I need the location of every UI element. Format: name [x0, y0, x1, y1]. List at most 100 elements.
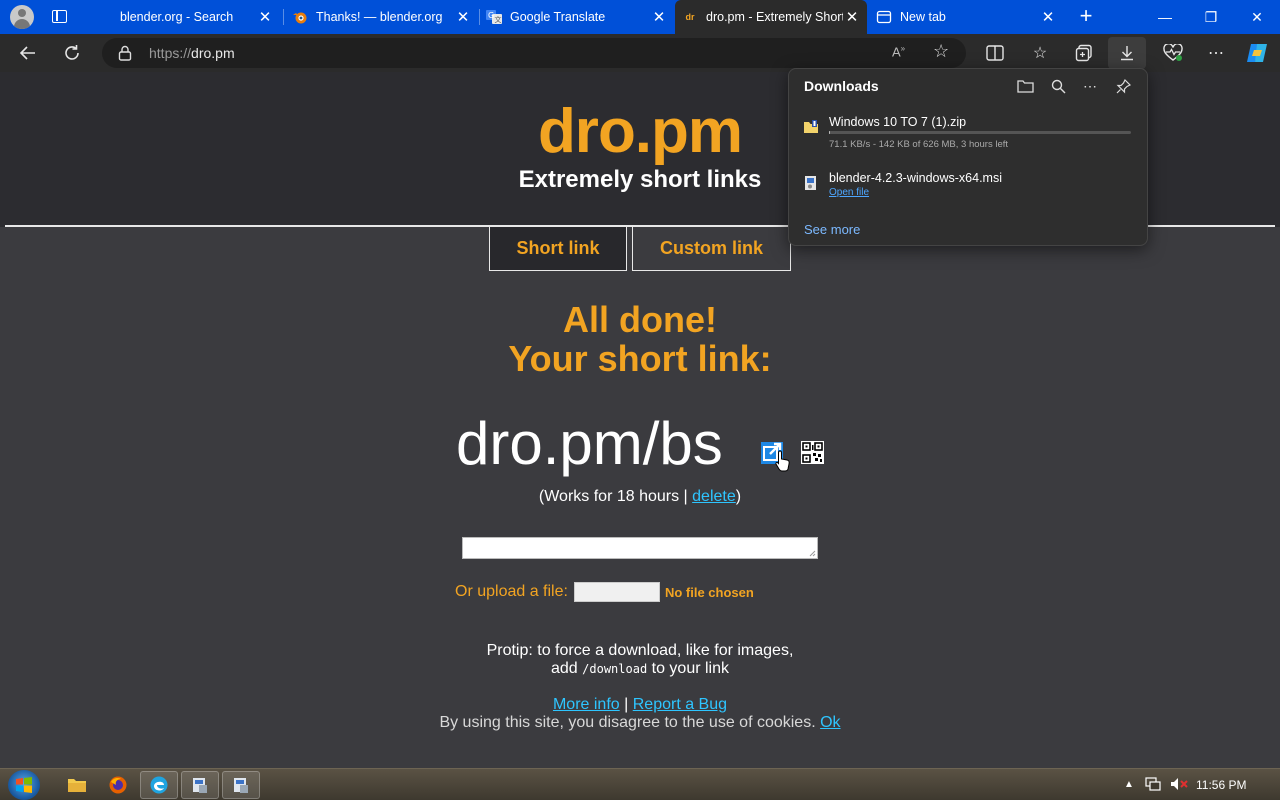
cookie-ok-link[interactable]: Ok	[820, 714, 840, 731]
search-icon[interactable]	[1048, 76, 1068, 96]
volume-muted-icon[interactable]	[1170, 777, 1188, 794]
report-bug-link[interactable]: Report a Bug	[633, 696, 727, 713]
browser-essentials-icon[interactable]	[1159, 39, 1187, 67]
lock-icon[interactable]	[118, 45, 132, 61]
taskbar-clock[interactable]: 11:56 PM	[1196, 778, 1246, 792]
choose-file-button[interactable]: Choose File	[573, 582, 660, 602]
taskbar-installer-2[interactable]	[222, 771, 260, 799]
protip-add-text: add	[550, 660, 578, 677]
url-text[interactable]: https://dro.pm	[149, 45, 235, 61]
download-status: 71.1 KB/s - 142 KB of 626 MB, 3 hours le…	[829, 139, 1009, 150]
cookie-notice: By using this site, you disagree to the …	[0, 714, 1280, 732]
firefox-icon	[109, 776, 127, 794]
copilot-icon[interactable]	[1243, 39, 1271, 67]
see-more-link[interactable]: See more	[804, 222, 860, 237]
minimize-button[interactable]: —	[1142, 0, 1188, 34]
upload-row: Or upload a file: Choose File No file ch…	[455, 582, 754, 602]
downloads-title: Downloads	[804, 78, 879, 94]
split-screen-icon[interactable]	[981, 39, 1009, 67]
taskbar-installer-1[interactable]	[181, 771, 219, 799]
newtab-favicon-icon	[876, 9, 892, 25]
refresh-icon[interactable]	[58, 39, 86, 67]
favorites-icon[interactable]: ☆	[1026, 39, 1054, 67]
taskbar-firefox[interactable]	[99, 771, 137, 799]
dropm-favicon-icon: dr	[685, 12, 695, 22]
tab-strip: blender.org - Search ✕ Thanks! — blender…	[0, 0, 1280, 34]
protip-code: /download	[582, 662, 648, 676]
installer-icon	[193, 778, 207, 793]
translate-favicon-icon: G文	[486, 9, 502, 25]
short-link-text[interactable]: dro.pm/bs	[456, 409, 723, 478]
download-item-zip[interactable]: Windows 10 TO 7 (1).zip 71.1 KB/s - 142 …	[803, 115, 1133, 155]
more-info-link[interactable]: More info	[553, 696, 620, 713]
svg-text:文: 文	[495, 15, 502, 24]
tab-blender-thanks[interactable]: Thanks! — blender.org ✕	[284, 0, 478, 34]
tab-blender-search[interactable]: blender.org - Search ✕	[86, 0, 280, 34]
tab-label: New tab	[900, 10, 946, 24]
footer-links: More info | Report a Bug	[0, 696, 1280, 714]
tab-short-link[interactable]: Short link	[489, 227, 627, 271]
browser-toolbar: https://dro.pm A» ☆ ☆ ⋯	[0, 34, 1280, 72]
folder-icon	[68, 779, 86, 792]
downloads-icon[interactable]	[1108, 37, 1146, 69]
svg-text:G: G	[488, 11, 494, 20]
close-icon[interactable]: ✕	[843, 8, 861, 26]
tab-label: blender.org - Search	[120, 10, 234, 24]
tab-dropm[interactable]: dr dro.pm - Extremely Short ✕	[675, 0, 867, 34]
tab-google-translate[interactable]: G文 Google Translate ✕	[480, 0, 674, 34]
protip-tail-text: to your link	[651, 660, 729, 677]
read-aloud-icon[interactable]: A»	[892, 44, 905, 59]
tab-new-tab[interactable]: New tab ✕	[869, 0, 1063, 34]
your-link-heading: Your short link:	[508, 338, 772, 379]
network-icon[interactable]	[1145, 777, 1161, 794]
restore-button[interactable]: ❐	[1188, 0, 1234, 34]
mouse-cursor-icon	[774, 450, 792, 477]
taskbar-file-explorer[interactable]	[58, 771, 96, 799]
tab-custom-link[interactable]: Custom link	[632, 227, 791, 271]
tab-label: dro.pm - Extremely Short	[706, 10, 843, 24]
link-textarea[interactable]	[462, 537, 818, 559]
pin-icon[interactable]	[1113, 76, 1133, 96]
expiry-text: (Works for 18 hours |	[538, 488, 693, 505]
downloads-panel: Downloads ⋯ Windows 10 TO 7 (1).zip 71.1…	[788, 68, 1148, 246]
close-icon[interactable]: ✕	[650, 8, 668, 26]
close-icon[interactable]: ✕	[1039, 8, 1057, 26]
installer-icon	[234, 778, 248, 793]
favorite-star-icon[interactable]: ☆	[933, 41, 949, 62]
blender-favicon-icon	[292, 9, 308, 25]
download-item-msi[interactable]: blender-4.2.3-windows-x64.msi Open file	[803, 171, 1133, 207]
done-heading: All done!	[563, 299, 717, 340]
download-filename[interactable]: Windows 10 TO 7 (1).zip	[829, 115, 966, 129]
zip-file-icon	[804, 120, 818, 133]
more-options-icon[interactable]: ⋯	[1080, 76, 1100, 96]
tab-actions-icon[interactable]	[52, 10, 67, 23]
new-tab-button[interactable]: +	[1074, 5, 1098, 29]
close-icon[interactable]: ✕	[454, 8, 472, 26]
more-options-icon[interactable]: ⋯	[1202, 39, 1230, 67]
download-filename[interactable]: blender-4.2.3-windows-x64.msi	[829, 171, 1002, 185]
search-favicon-icon	[96, 9, 112, 25]
address-bar[interactable]: https://dro.pm A» ☆	[102, 38, 966, 68]
cookie-text: By using this site, you disagree to the …	[439, 714, 816, 731]
windows-taskbar: ▲ 11:56 PM	[0, 768, 1280, 800]
open-folder-icon[interactable]	[1015, 76, 1035, 96]
delete-link[interactable]: delete	[692, 488, 736, 505]
upload-label: Or upload a file:	[455, 583, 568, 600]
close-window-button[interactable]: ✕	[1234, 0, 1280, 34]
close-icon[interactable]: ✕	[256, 8, 274, 26]
start-button[interactable]	[8, 770, 40, 800]
protip-line-1: Protip: to force a download, like for im…	[486, 642, 794, 659]
resize-grip-icon[interactable]	[808, 549, 816, 557]
back-icon[interactable]	[14, 39, 42, 67]
protip-line-2: add /download to your link	[0, 660, 1280, 678]
open-file-link[interactable]: Open file	[829, 187, 869, 198]
footer-separator: |	[624, 696, 629, 713]
expiry-close: )	[735, 488, 742, 505]
tray-overflow-icon[interactable]: ▲	[1124, 779, 1134, 790]
collections-icon[interactable]	[1070, 39, 1098, 67]
expiry-notice: (Works for 18 hours | delete)	[0, 488, 1280, 506]
taskbar-edge[interactable]	[140, 771, 178, 799]
qr-code-icon[interactable]	[801, 441, 824, 464]
profile-avatar[interactable]	[10, 5, 34, 29]
download-progress-bar	[829, 131, 1131, 134]
